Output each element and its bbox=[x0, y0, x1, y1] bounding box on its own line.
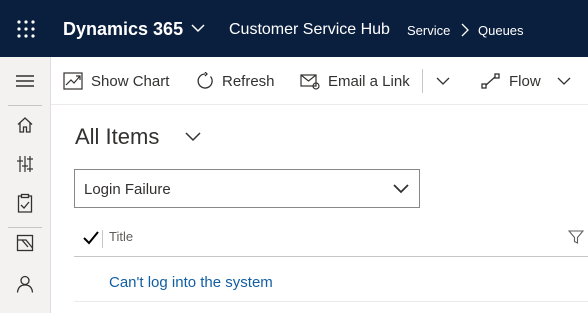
email-link-label: Email a Link bbox=[328, 72, 410, 90]
refresh-icon bbox=[197, 72, 213, 89]
command-bar: Show Chart Refresh Email a Link Flow bbox=[51, 57, 588, 105]
home-button[interactable] bbox=[0, 107, 50, 143]
show-chart-button[interactable]: Show Chart bbox=[63, 57, 169, 105]
chevron-down-icon[interactable] bbox=[184, 130, 202, 144]
table-row[interactable]: Can't log into the system bbox=[74, 262, 588, 302]
chevron-down-icon[interactable] bbox=[190, 20, 206, 36]
header-divider bbox=[102, 230, 103, 248]
command-separator bbox=[422, 69, 423, 93]
column-header-title[interactable]: Title bbox=[109, 229, 133, 244]
activities-button[interactable] bbox=[0, 185, 50, 221]
contacts-button[interactable] bbox=[0, 266, 50, 302]
left-navigation-rail bbox=[0, 57, 51, 313]
chevron-down-icon bbox=[557, 77, 571, 85]
app-name[interactable]: Customer Service Hub bbox=[229, 21, 390, 39]
dashboards-button[interactable] bbox=[0, 146, 50, 182]
flow-label: Flow bbox=[509, 72, 541, 90]
top-navigation-bar: Dynamics 365 Customer Service Hub Servic… bbox=[0, 0, 588, 57]
filter-dropdown[interactable]: Login Failure bbox=[74, 169, 420, 208]
clipboard-icon bbox=[17, 193, 33, 213]
brand-title[interactable]: Dynamics 365 bbox=[63, 19, 183, 40]
breadcrumb-service[interactable]: Service bbox=[407, 23, 450, 38]
show-chart-label: Show Chart bbox=[91, 72, 170, 90]
view-selector-title[interactable]: All Items bbox=[75, 124, 159, 150]
filter-icon[interactable] bbox=[568, 229, 584, 245]
rail-divider bbox=[8, 105, 42, 106]
sliders-icon bbox=[17, 156, 33, 172]
queues-button[interactable] bbox=[0, 225, 50, 261]
person-icon bbox=[16, 275, 34, 293]
queue-icon bbox=[16, 234, 34, 252]
email-link-button[interactable]: Email a Link bbox=[300, 57, 410, 105]
grid-header: Title bbox=[74, 222, 588, 257]
email-link-icon bbox=[300, 74, 320, 90]
sitemap-toggle-button[interactable] bbox=[0, 63, 50, 99]
select-all-checkmark-icon[interactable] bbox=[82, 229, 100, 247]
hamburger-icon bbox=[16, 75, 34, 87]
home-icon bbox=[17, 117, 33, 133]
flow-icon bbox=[481, 73, 500, 89]
app-launcher-button[interactable] bbox=[0, 0, 52, 57]
email-link-dropdown-button[interactable] bbox=[436, 57, 458, 105]
row-title-link[interactable]: Can't log into the system bbox=[109, 274, 273, 291]
flow-button[interactable]: Flow bbox=[481, 57, 571, 105]
chevron-down-icon bbox=[436, 77, 450, 85]
chart-icon bbox=[63, 72, 83, 90]
refresh-button[interactable]: Refresh bbox=[196, 57, 275, 105]
chevron-down-icon bbox=[393, 184, 409, 194]
chevron-right-icon bbox=[461, 23, 469, 37]
filter-dropdown-value: Login Failure bbox=[84, 181, 171, 198]
waffle-icon bbox=[17, 19, 35, 38]
refresh-label: Refresh bbox=[222, 72, 275, 90]
breadcrumb-queues[interactable]: Queues bbox=[478, 23, 524, 38]
